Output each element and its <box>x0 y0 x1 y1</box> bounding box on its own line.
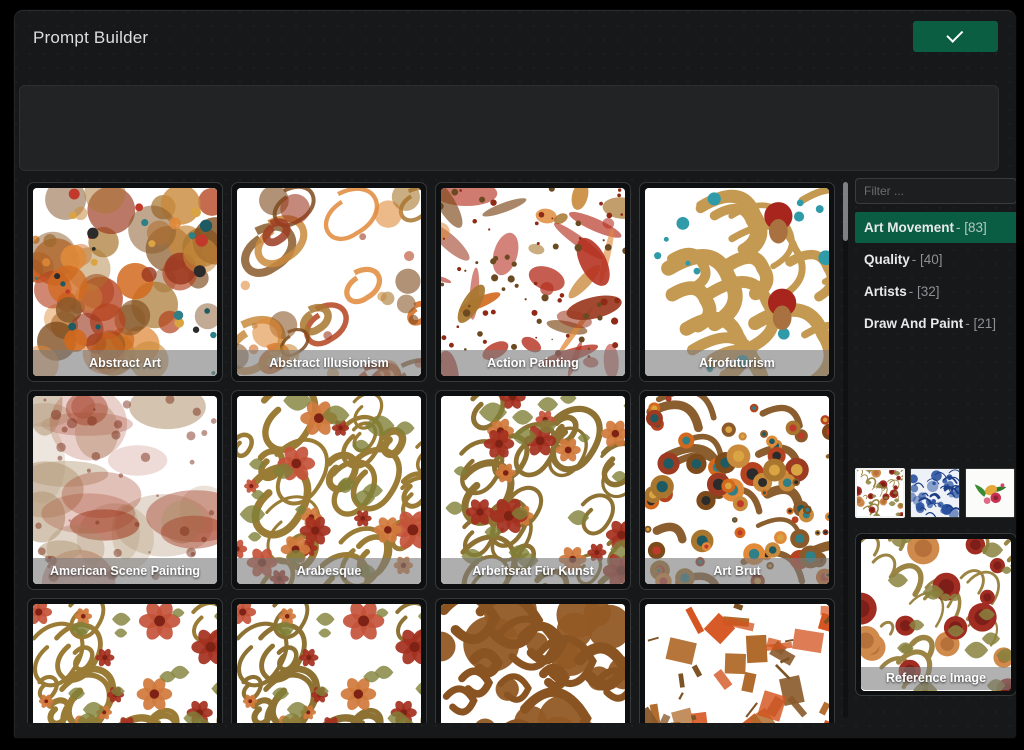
category-name: Quality <box>864 252 910 267</box>
category-count: - [32] <box>908 284 940 299</box>
titlebar: Prompt Builder <box>15 11 1016 74</box>
sidebar: Art Movement- [83]Quality- [40]Artists- … <box>855 178 1016 723</box>
style-card-label: Arbeitsrat Für Kunst <box>441 558 625 584</box>
style-card-label: Art Brut <box>645 558 829 584</box>
category-item-quality[interactable]: Quality - [40] <box>855 244 1016 275</box>
category-name: Artists <box>864 284 907 299</box>
category-count: - [83] <box>956 220 987 235</box>
style-card-art <box>645 604 829 723</box>
prompt-builder-window: Prompt Builder Abstract Art Abstract Illu… <box>14 10 1016 738</box>
style-card[interactable]: Arabesque <box>231 390 427 590</box>
style-card[interactable]: Art Brut <box>639 390 835 590</box>
style-card-label: Afrofuturism <box>645 350 829 376</box>
grid-scrollbar[interactable] <box>843 182 848 718</box>
category-item-art-movement[interactable]: Art Movement - [83] <box>855 212 1016 243</box>
style-card[interactable] <box>435 598 631 723</box>
grid-scrollbar-thumb[interactable] <box>843 182 848 241</box>
style-card[interactable] <box>639 598 835 723</box>
style-card-art <box>645 188 829 376</box>
filter-input[interactable] <box>855 178 1016 204</box>
reference-image-card[interactable]: Reference Image <box>855 533 1016 696</box>
category-count: - [40] <box>911 252 943 267</box>
confirm-button[interactable] <box>913 21 998 52</box>
style-card[interactable]: Afrofuturism <box>639 182 835 382</box>
category-name: Art Movement <box>864 220 955 235</box>
page-title: Prompt Builder <box>33 28 149 47</box>
thumb-floral-sprig[interactable] <box>965 468 1015 518</box>
category-name: Draw And Paint <box>864 316 964 331</box>
style-card[interactable] <box>231 598 427 723</box>
style-grid-viewport: Abstract Art Abstract Illusionism Action P… <box>23 178 839 723</box>
style-card-label: American Scene Painting <box>33 558 217 584</box>
style-card[interactable]: Abstract Art <box>27 182 223 382</box>
style-card-art <box>441 396 625 584</box>
thumb-rose-pattern[interactable] <box>855 468 905 518</box>
style-card-art <box>33 396 217 584</box>
style-card-art <box>33 188 217 376</box>
style-card-art <box>441 604 625 723</box>
style-card[interactable]: Action Painting <box>435 182 631 382</box>
style-card-label: Action Painting <box>441 350 625 376</box>
style-card-art <box>441 188 625 376</box>
thumb-blue-delft[interactable] <box>910 468 960 518</box>
reference-image-label: Reference Image <box>861 667 1011 690</box>
category-list: Art Movement - [83] Quality - [40] Artists - … <box>855 212 1016 339</box>
style-card[interactable]: Arbeitsrat Für Kunst <box>435 390 631 590</box>
style-card-label: Arabesque <box>237 558 421 584</box>
content-area: Abstract Art Abstract Illusionism Action P… <box>15 178 1016 738</box>
style-grid: Abstract Art Abstract Illusionism Action P… <box>23 178 839 723</box>
category-item-draw-and-paint[interactable]: Draw And Paint - [21] <box>855 308 1016 339</box>
category-count: - [21] <box>965 316 997 331</box>
style-card-art <box>645 396 829 584</box>
prompt-input[interactable] <box>19 85 999 171</box>
check-icon <box>946 25 964 43</box>
style-card-art <box>237 604 421 723</box>
style-card-label: Abstract Art <box>33 350 217 376</box>
style-card-art <box>237 188 421 376</box>
style-card[interactable]: American Scene Painting <box>27 390 223 590</box>
style-card-label: Abstract Illusionism <box>237 350 421 376</box>
category-item-artists[interactable]: Artists - [32] <box>855 276 1016 307</box>
style-card[interactable]: Abstract Illusionism <box>231 182 427 382</box>
style-card-art <box>33 604 217 723</box>
thumbnail-strip <box>855 468 1015 518</box>
style-card[interactable] <box>27 598 223 723</box>
style-card-art <box>237 396 421 584</box>
